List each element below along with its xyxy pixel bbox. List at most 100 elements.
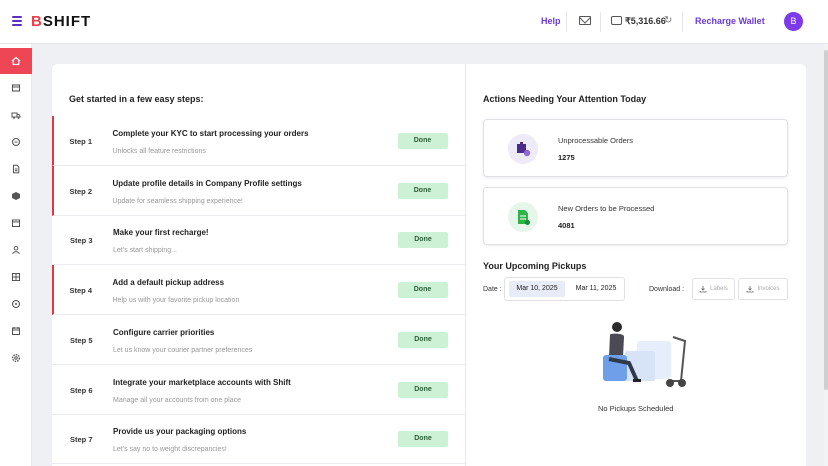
refresh-icon[interactable]: ↻ (664, 15, 672, 26)
home-icon (11, 56, 21, 66)
step-subtitle: Manage all your accounts from one place (113, 396, 242, 404)
download-icon (747, 286, 754, 293)
step-subtitle: Update for seamless shipping experience! (112, 197, 243, 205)
document-icon (13, 164, 20, 174)
step-status-badge[interactable]: Done (398, 381, 448, 398)
step-number: Step 1 (69, 137, 93, 146)
wallet-icon (611, 16, 622, 25)
sidebar-item-documents[interactable] (0, 156, 32, 182)
unprocessable-orders-card[interactable]: Unprocessable Orders 1275 (483, 119, 788, 177)
step-row[interactable]: Step 2 Update profile details in Company … (52, 165, 466, 216)
page-scrollbar[interactable] (824, 44, 828, 466)
sidebar (0, 44, 32, 466)
truck-icon (11, 112, 21, 119)
step-row[interactable]: Step 5 Configure carrier priorities Let us… (52, 315, 466, 365)
pickups-heading: Your Upcoming Pickups (483, 261, 587, 271)
sidebar-item-tags[interactable] (0, 291, 32, 317)
download-invoices-label: Invoices (757, 286, 780, 292)
step-number: Step 2 (69, 186, 93, 196)
step-subtitle: Let's start shipping... (113, 247, 177, 255)
attention-panel: Actions Needing Your Attention Today Unp… (467, 64, 806, 466)
new-orders-icon (508, 202, 538, 232)
no-pickups-text: No Pickups Scheduled (598, 404, 674, 413)
step-row[interactable]: Step 7 Provide us your packaging options L… (52, 414, 466, 465)
step-row[interactable]: Step 3 Make your first recharge! Let's sta… (52, 215, 466, 266)
step-status-badge[interactable]: Done (397, 182, 448, 199)
step-status-badge[interactable]: Done (398, 431, 448, 448)
step-row[interactable]: Step 6 Integrate your marketplace account… (52, 365, 466, 415)
step-subtitle: Unlocks all feature restrictions (112, 148, 206, 155)
step-title: Integrate your marketplace accounts with… (113, 377, 291, 387)
step-subtitle: Let's say no to weight discrepancies! (113, 446, 227, 454)
sidebar-item-packages[interactable] (0, 183, 32, 209)
sidebar-item-settings[interactable] (0, 345, 32, 371)
download-invoices-button[interactable]: Invoices (738, 278, 788, 300)
step-subtitle: Let us know your courier partner prefere… (113, 346, 253, 354)
sidebar-item-billing[interactable] (0, 264, 32, 290)
sidebar-item-returns[interactable] (0, 129, 32, 155)
divider (600, 12, 601, 32)
step-title: Provide us your packaging options (113, 427, 247, 437)
help-link[interactable]: Help (541, 16, 561, 26)
avatar[interactable]: B (784, 12, 803, 31)
step-number: Step 6 (70, 385, 93, 395)
date-range-picker[interactable]: Mar 10, 2025 Mar 11, 2025 (504, 277, 625, 301)
step-row[interactable]: Step 4 Add a default pickup address Help u… (52, 265, 466, 316)
step-status-badge[interactable]: Done (398, 331, 448, 348)
step-title: Add a default pickup address (112, 278, 225, 288)
steps-panel: Get started in a few easy steps: Step 1 C… (52, 64, 466, 466)
dashboard-card: Get started in a few easy steps: Step 1 C… (52, 64, 806, 466)
attention-heading: Actions Needing Your Attention Today (483, 94, 647, 104)
calendar-icon (12, 219, 20, 227)
step-status-badge[interactable]: Done (397, 282, 448, 299)
sidebar-item-customers[interactable] (0, 237, 32, 263)
returns-icon (11, 137, 21, 147)
scrollbar-thumb[interactable] (824, 50, 828, 390)
unprocessable-orders-icon (508, 134, 538, 164)
mail-icon[interactable] (579, 16, 591, 25)
step-number: Step 3 (70, 236, 93, 246)
step-number: Step 5 (70, 335, 93, 345)
sidebar-item-orders[interactable] (0, 75, 32, 101)
unprocessable-orders-count: 1275 (558, 153, 575, 162)
download-labels-button[interactable]: Labels (692, 278, 735, 300)
step-subtitle: Help us with your favorite pickup locati… (112, 297, 240, 305)
step-title: Make your first recharge! (113, 228, 209, 238)
new-orders-label: New Orders to be Processed (558, 204, 655, 213)
step-row[interactable]: Step 1 Complete your KYC to start process… (52, 116, 466, 166)
step-title: Configure carrier priorities (113, 327, 215, 337)
step-title: Update profile details in Company Profil… (112, 178, 302, 188)
settings-icon (11, 353, 21, 363)
recharge-wallet-button[interactable]: Recharge Wallet (695, 16, 765, 26)
date-label: Date : (483, 286, 502, 293)
divider (566, 12, 567, 32)
logo[interactable]: BSHIFT (31, 13, 91, 30)
new-orders-count: 4081 (558, 221, 575, 230)
tag-icon (11, 299, 21, 309)
wallet-balance: ₹5,316.66 (625, 16, 666, 26)
menu-icon[interactable] (12, 16, 22, 26)
package-icon (12, 192, 20, 200)
step-number: Step 4 (69, 286, 93, 296)
new-orders-card[interactable]: New Orders to be Processed 4081 (483, 187, 788, 245)
step-status-badge[interactable]: Done (397, 133, 448, 149)
billing-icon (12, 273, 20, 281)
customer-icon (12, 245, 20, 255)
download-icon (699, 286, 707, 293)
date-to[interactable]: Mar 11, 2025 (571, 281, 621, 297)
download-label: Download : (649, 286, 685, 293)
download-labels-label: Labels (710, 286, 728, 292)
empty-pickups-illustration (603, 322, 687, 387)
top-bar: BSHIFT Help ₹5,316.66 ↻ Recharge Wallet … (0, 0, 828, 44)
step-title: Complete your KYC to start processing yo… (112, 129, 309, 138)
step-status-badge[interactable]: Done (398, 232, 448, 249)
sidebar-item-schedule[interactable] (0, 318, 32, 344)
sidebar-item-calendar[interactable] (0, 210, 32, 236)
steps-heading: Get started in a few easy steps: (69, 94, 204, 104)
date-from[interactable]: Mar 10, 2025 (509, 281, 565, 297)
unprocessable-orders-label: Unprocessable Orders (558, 136, 634, 145)
step-number: Step 7 (70, 435, 93, 445)
orders-icon (11, 84, 21, 92)
sidebar-item-home[interactable] (0, 48, 32, 74)
sidebar-item-shipments[interactable] (0, 102, 32, 128)
